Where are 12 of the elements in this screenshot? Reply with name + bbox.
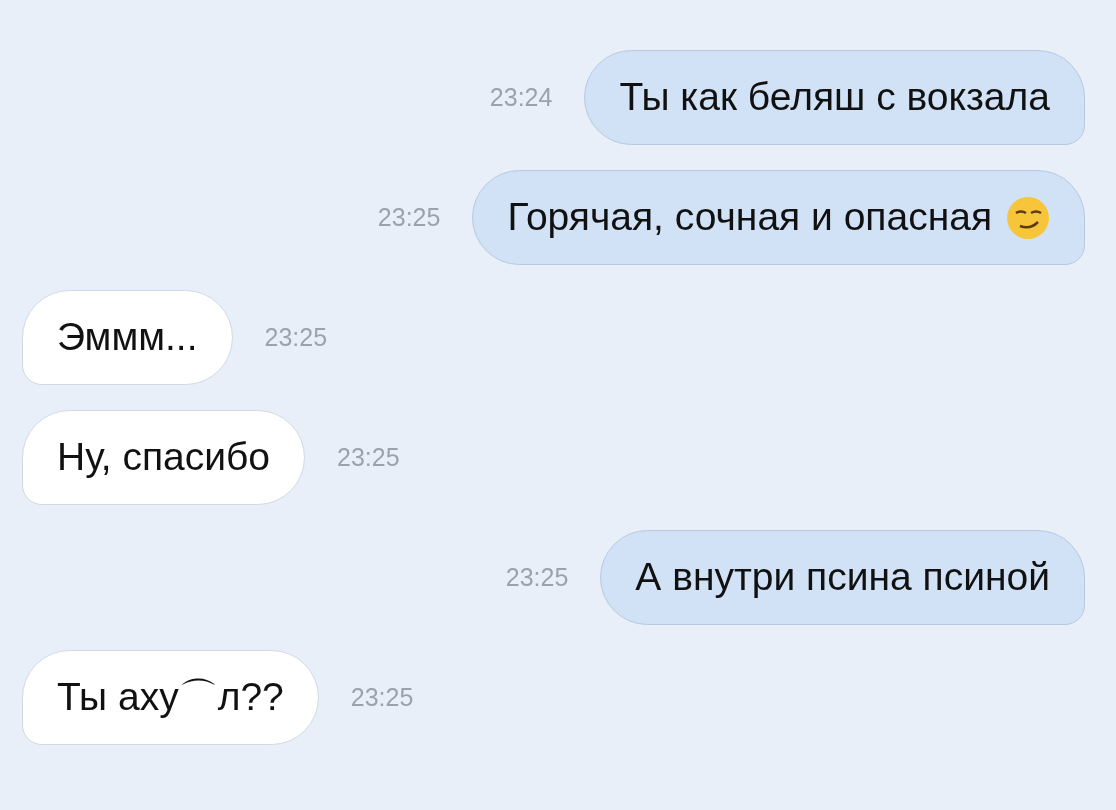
message-time: 23:24 <box>489 81 553 113</box>
message-text: Эммм... <box>57 314 198 361</box>
message-text: Горячая, сочная и опасная <box>507 194 992 241</box>
message-time: 23:25 <box>377 201 441 233</box>
message-time: 23:25 <box>350 681 414 713</box>
message-time: 23:25 <box>337 441 400 473</box>
message-text: Ты аху⌒л?? <box>57 674 284 721</box>
message-time: 23:25 <box>505 561 569 593</box>
message-time: 23:25 <box>264 321 328 353</box>
message-text: А внутри псина псиной <box>635 554 1050 601</box>
message-text: Ну, спасибо <box>57 434 271 481</box>
message-text: Ты как беляш с вокзала <box>619 74 1050 121</box>
